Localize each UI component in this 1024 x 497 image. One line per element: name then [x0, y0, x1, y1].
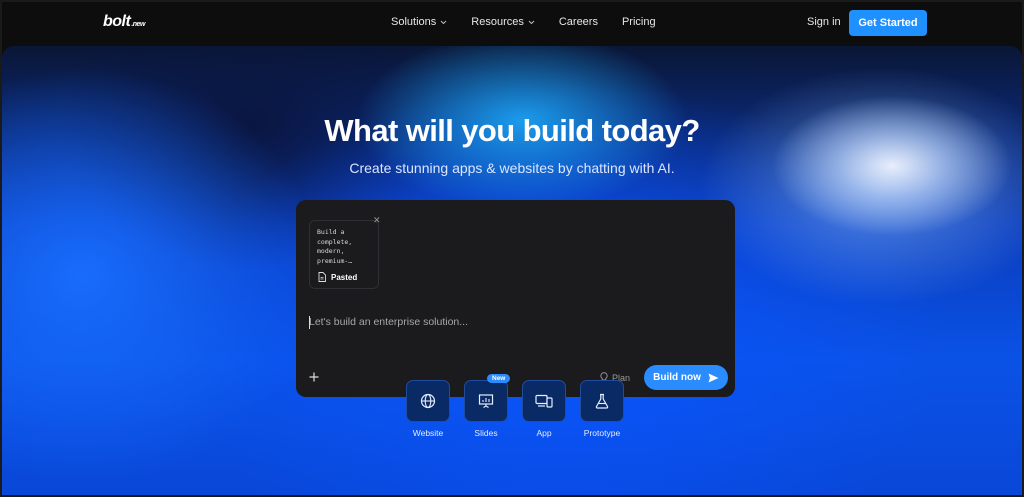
globe-icon — [420, 393, 436, 409]
nav-resources-label: Resources — [471, 16, 524, 28]
bolt-logo[interactable]: bolt.new — [103, 13, 145, 31]
hero-title: What will you build today? — [324, 113, 700, 148]
send-icon — [708, 373, 719, 382]
prompt-box: Build a complete, modern, premium-… Past… — [296, 200, 735, 397]
tile-prototype[interactable] — [580, 380, 624, 422]
top-nav: bolt.new Solutions Resources Careers Pri… — [0, 0, 1024, 46]
pasted-label-row: Pasted — [318, 272, 357, 282]
nav-pricing-label: Pricing — [621, 16, 656, 28]
brand-suffix: .new — [131, 21, 145, 28]
nav-pricing[interactable]: Pricing — [622, 16, 656, 28]
nav-careers-label: Careers — [558, 16, 598, 28]
plus-icon — [309, 372, 319, 382]
text-caret — [309, 316, 310, 329]
tile-website[interactable] — [406, 380, 450, 422]
main-menu: Solutions Resources Careers Pricing — [391, 16, 680, 28]
nav-solutions-label: Solutions — [391, 16, 437, 28]
chevron-down-icon — [440, 20, 447, 24]
tile-prototype-label: Prototype — [583, 428, 621, 438]
devices-icon — [535, 394, 553, 408]
tile-app[interactable] — [522, 380, 566, 422]
prompt-input[interactable] — [309, 316, 709, 328]
chevron-down-icon — [528, 20, 535, 24]
close-icon[interactable]: ✕ — [373, 215, 381, 226]
sign-in-link[interactable]: Sign in — [807, 16, 841, 28]
tile-app-label: App — [536, 428, 552, 438]
new-badge: New — [487, 374, 511, 383]
build-now-button[interactable]: Build now — [644, 365, 728, 390]
document-icon — [318, 272, 326, 282]
pasted-preview: Build a complete, modern, premium-… — [317, 228, 353, 265]
hero-subtitle: Create stunning apps & websites by chatt… — [349, 160, 675, 176]
tile-slides[interactable] — [464, 380, 508, 422]
presentation-icon — [478, 394, 494, 408]
flask-icon — [595, 393, 609, 409]
add-attachment-button[interactable] — [305, 368, 323, 386]
tile-website-label: Website — [412, 428, 444, 438]
nav-solutions[interactable]: Solutions — [391, 16, 447, 28]
get-started-button[interactable]: Get Started — [849, 10, 927, 36]
brand-name: bolt — [103, 13, 131, 30]
build-now-label: Build now — [653, 372, 701, 383]
pasted-label: Pasted — [331, 272, 358, 282]
nav-careers[interactable]: Careers — [559, 16, 598, 28]
tile-slides-label: Slides — [474, 428, 498, 438]
nav-resources[interactable]: Resources — [471, 16, 535, 28]
pasted-attachment[interactable]: Build a complete, modern, premium-… Past… — [309, 220, 379, 289]
